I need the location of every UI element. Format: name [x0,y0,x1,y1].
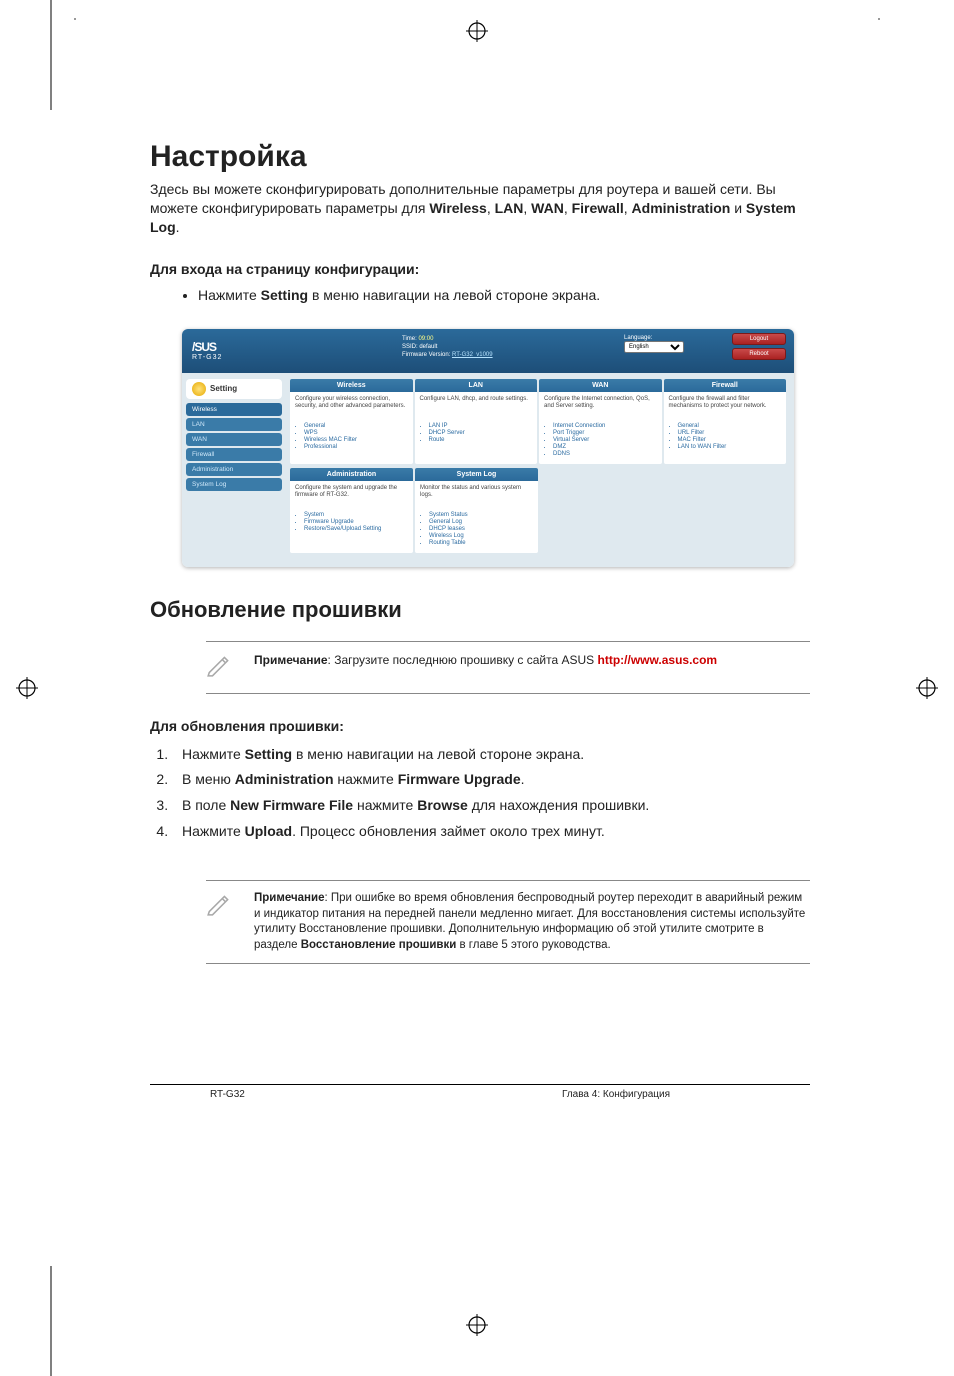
logout-button[interactable]: Logout [732,333,786,345]
card-link[interactable]: LAN IP [429,423,534,429]
card-link[interactable]: Internet Connection [553,423,658,429]
card-link[interactable]: Professional [304,444,409,450]
language-select[interactable]: English [624,341,684,353]
asus-logo: /SUS [192,341,222,353]
registration-mark-icon [466,1314,488,1336]
enter-config-heading: Для входа на страницу конфигурации: [150,261,810,277]
card-link[interactable]: General [678,423,783,429]
card-link[interactable]: Wireless Log [429,533,534,539]
card-desc: Monitor the status and various system lo… [415,481,538,507]
card-link[interactable]: Virtual Server [553,437,658,443]
card-link[interactable]: MAC Filter [678,437,783,443]
note-box-2: Примечание: При ошибке во время обновлен… [206,880,810,964]
note-icon [206,652,238,683]
card-header: System Log [415,468,538,481]
section-title: Настройка [150,140,810,174]
footer-chapter: Глава 4: Конфигурация [562,1089,670,1100]
footer-model: RT-G32 [210,1089,245,1100]
category-card: WirelessConfigure your wireless connecti… [290,379,413,464]
card-link[interactable]: Wireless MAC Filter [304,437,409,443]
print-reg-top [0,18,954,64]
card-link[interactable]: WPS [304,430,409,436]
card-link[interactable]: LAN to WAN Filter [678,444,783,450]
sidebar-item-administration[interactable]: Administration [186,463,282,476]
card-header: WAN [539,379,662,392]
sidebar-item-lan[interactable]: LAN [186,418,282,431]
card-link[interactable]: Routing Table [429,540,534,546]
card-link[interactable]: URL Filter [678,430,783,436]
card-header: Firewall [664,379,787,392]
gear-icon [192,382,206,396]
category-card: FirewallConfigure the firewall and filte… [664,379,787,464]
card-link[interactable]: DDNS [553,451,658,457]
card-links: System StatusGeneral LogDHCP leasesWirel… [415,507,538,553]
reboot-button[interactable]: Reboot [732,348,786,360]
registration-mark-icon [466,20,488,42]
enter-config-steps: Нажмите Setting в меню навигации на лево… [150,287,810,303]
card-links: SystemFirmware UpgradeRestore/Save/Uploa… [290,507,413,539]
registration-mark-icon [916,677,938,699]
language-selector: Language: English [624,335,684,353]
sidebar-item-wireless[interactable]: Wireless [186,403,282,416]
router-main: WirelessConfigure your wireless connecti… [286,373,794,567]
card-desc: Configure the system and upgrade the fir… [290,481,413,507]
note-icon [206,891,238,922]
category-card: AdministrationConfigure the system and u… [290,468,413,553]
card-link[interactable]: System [304,512,409,518]
card-header: LAN [415,379,538,392]
card-link[interactable]: General Log [429,519,534,525]
firmware-update-heading: Обновление прошивки [150,597,810,623]
card-links: GeneralWPSWireless MAC FilterProfessiona… [290,418,413,457]
card-link[interactable]: Port Trigger [553,430,658,436]
card-link[interactable]: DMZ [553,444,658,450]
note-box-1: Примечание: Загрузите последнюю прошивку… [206,641,810,694]
card-link[interactable]: Firmware Upgrade [304,519,409,525]
sidebar-item-firewall[interactable]: Firewall [186,448,282,461]
sidebar-item-wan[interactable]: WAN [186,433,282,446]
card-header: Administration [290,468,413,481]
router-sidebar: Setting Wireless LAN WAN Firewall Admini… [182,373,286,567]
card-link[interactable]: General [304,423,409,429]
card-link[interactable]: DHCP Server [429,430,534,436]
card-link[interactable]: System Status [429,512,534,518]
category-card: WANConfigure the Internet connection, Qo… [539,379,662,464]
card-link[interactable]: DHCP leases [429,526,534,532]
card-link[interactable]: Route [429,437,534,443]
router-ui-screenshot: /SUS RT-G32 Time: 09:00 SSID: default Fi… [182,329,794,567]
card-links: LAN IPDHCP ServerRoute [415,418,538,450]
registration-mark-icon [16,677,38,699]
card-desc: Configure your wireless connection, secu… [290,392,413,418]
intro-paragraph: Здесь вы можете сконфигурировать дополни… [150,180,810,237]
sidebar-item-systemlog[interactable]: System Log [186,478,282,491]
sidebar-setting-header[interactable]: Setting [186,379,282,399]
card-desc: Configure the Internet connection, QoS, … [539,392,662,418]
card-header: Wireless [290,379,413,392]
page-content: Настройка Здесь вы можете сконфигурирова… [150,140,810,1100]
card-link[interactable]: Restore/Save/Upload Setting [304,526,409,532]
firmware-version-link[interactable]: RT-G32_v1009 [452,352,493,358]
category-card: LANConfigure LAN, dhcp, and route settin… [415,379,538,464]
card-links: Internet ConnectionPort TriggerVirtual S… [539,418,662,464]
fw-update-sub: Для обновления прошивки: [150,718,810,734]
model-label: RT-G32 [192,354,222,361]
print-reg-bottom [0,1312,954,1358]
card-desc: Configure LAN, dhcp, and route settings. [415,392,538,418]
header-info: Time: 09:00 SSID: default Firmware Versi… [402,335,493,360]
color-bar-right [878,18,880,20]
fw-update-steps: Нажмите Setting в меню навигации на лево… [150,744,810,843]
card-desc: Configure the firewall and filter mechan… [664,392,787,418]
card-links: GeneralURL FilterMAC FilterLAN to WAN Fi… [664,418,787,457]
asus-link[interactable]: http://www.asus.com [598,653,718,667]
color-bar-left [74,18,76,20]
category-card: System LogMonitor the status and various… [415,468,538,553]
page-footer: RT-G32 Глава 4: Конфигурация [150,1085,810,1100]
router-header: /SUS RT-G32 Time: 09:00 SSID: default Fi… [182,329,794,373]
